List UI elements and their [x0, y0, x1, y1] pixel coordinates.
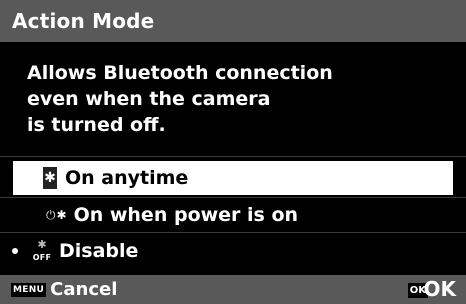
ok-button[interactable]: OK [424, 277, 457, 301]
option-label: On anytime [65, 167, 189, 189]
bluetooth-icon: ✱ [56, 208, 67, 222]
current-setting-dot-icon [12, 248, 18, 254]
description: Allows Bluetooth connection even when th… [27, 60, 447, 138]
title-bar: Action Mode [0, 0, 466, 42]
bluetooth-icon: ✱ [37, 238, 47, 251]
power-icon: ⏻ [46, 207, 56, 222]
option-label: Disable [59, 240, 139, 262]
divider [0, 232, 466, 233]
menu-title: Action Mode [12, 9, 155, 33]
option-on-when-power-on[interactable]: ⏻ ✱ On when power is on [13, 198, 453, 232]
camera-menu-screen: Action Mode Allows Bluetooth connection … [0, 0, 466, 304]
bottom-bar: MENU Cancel OK OK [0, 275, 466, 304]
bluetooth-off-icon: ✱ OFF [32, 238, 52, 263]
off-text: OFF [32, 253, 52, 262]
description-line: Allows Bluetooth connection [27, 62, 333, 84]
menu-button-icon: MENU [11, 282, 47, 297]
option-on-anytime[interactable]: ✱ On anytime [13, 161, 453, 195]
power-bluetooth-icon: ⏻ ✱ [46, 208, 67, 223]
option-label: On when power is on [73, 204, 299, 226]
divider [0, 156, 466, 157]
description-line: is turned off. [27, 114, 166, 136]
cancel-button[interactable]: Cancel [50, 279, 117, 300]
description-line: even when the camera [27, 88, 271, 110]
bluetooth-icon: ✱ [43, 167, 57, 189]
option-disable[interactable]: ✱ OFF Disable [12, 234, 453, 268]
